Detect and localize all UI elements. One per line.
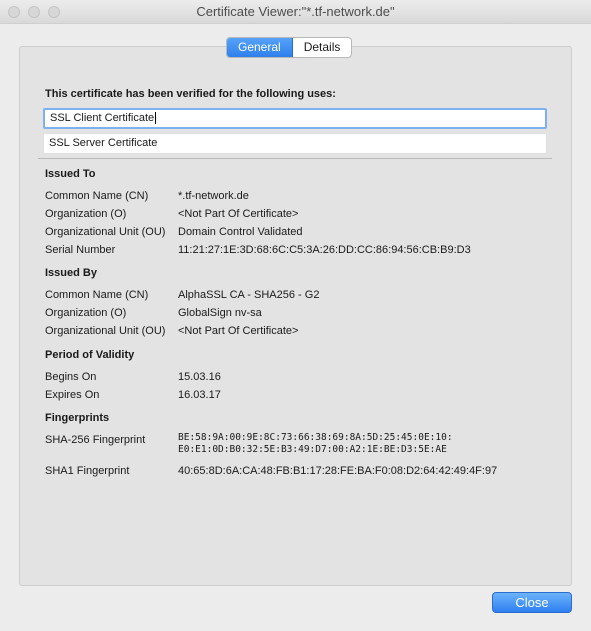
sha1-label: SHA1 Fingerprint <box>45 465 130 477</box>
tab-general[interactable]: General <box>227 38 293 57</box>
issued-by-o-value: GlobalSign nv-sa <box>178 307 262 319</box>
issued-by-o-label: Organization (O) <box>45 307 127 319</box>
sha256-value-line1: BE:58:9A:00:9E:8C:73:66:38:69:8A:5D:25:4… <box>178 432 453 443</box>
list-item[interactable]: SSL Client Certificate <box>43 108 547 129</box>
issued-by-cn-label: Common Name (CN) <box>45 289 149 301</box>
sha1-value: 40:65:8D:6A:CA:48:FB:B1:17:28:FE:BA:F0:0… <box>178 465 498 477</box>
sha256-value-line2: E0:E1:0D:B0:32:5E:B3:49:D7:00:A2:1E:BE:D… <box>178 444 447 455</box>
verified-uses-list: SSL Client Certificate SSL Server Certif… <box>43 108 547 154</box>
issued-by-ou-label: Organizational Unit (OU) <box>45 325 166 337</box>
expires-on-value: 16.03.17 <box>178 389 221 401</box>
issued-by-heading: Issued By <box>45 267 97 279</box>
use-label: SSL Client Certificate <box>50 112 155 124</box>
serial-number-value: 11:21:27:1E:3D:68:6C:C5:3A:26:DD:CC:86:9… <box>178 244 471 256</box>
tab-details[interactable]: Details <box>293 38 352 57</box>
issued-to-o-value: <Not Part Of Certificate> <box>178 208 299 220</box>
verified-uses-heading: This certificate has been verified for t… <box>45 88 336 100</box>
issued-by-ou-value: <Not Part Of Certificate> <box>178 325 299 337</box>
issued-to-heading: Issued To <box>45 168 96 180</box>
sha256-label: SHA-256 Fingerprint <box>45 434 146 446</box>
serial-number-label: Serial Number <box>45 244 116 256</box>
issued-to-o-label: Organization (O) <box>45 208 127 220</box>
issued-to-ou-label: Organizational Unit (OU) <box>45 226 166 238</box>
expires-on-label: Expires On <box>45 389 100 401</box>
validity-heading: Period of Validity <box>45 349 135 361</box>
list-item[interactable]: SSL Server Certificate <box>43 133 547 154</box>
begins-on-value: 15.03.16 <box>178 371 221 383</box>
begins-on-label: Begins On <box>45 371 97 383</box>
window-title: Certificate Viewer:"*.tf-network.de" <box>196 4 395 19</box>
issued-to-cn-label: Common Name (CN) <box>45 190 149 202</box>
issued-by-cn-value: AlphaSSL CA - SHA256 - G2 <box>178 289 320 301</box>
tab-bar: General Details <box>226 37 353 58</box>
issued-to-ou-value: Domain Control Validated <box>178 226 303 238</box>
fingerprints-heading: Fingerprints <box>45 412 110 424</box>
text-cursor <box>155 112 157 125</box>
issued-to-cn-value: *.tf-network.de <box>178 190 249 202</box>
close-button[interactable]: Close <box>492 592 572 613</box>
divider <box>38 158 552 159</box>
title-bar: Certificate Viewer:"*.tf-network.de" <box>0 0 591 24</box>
